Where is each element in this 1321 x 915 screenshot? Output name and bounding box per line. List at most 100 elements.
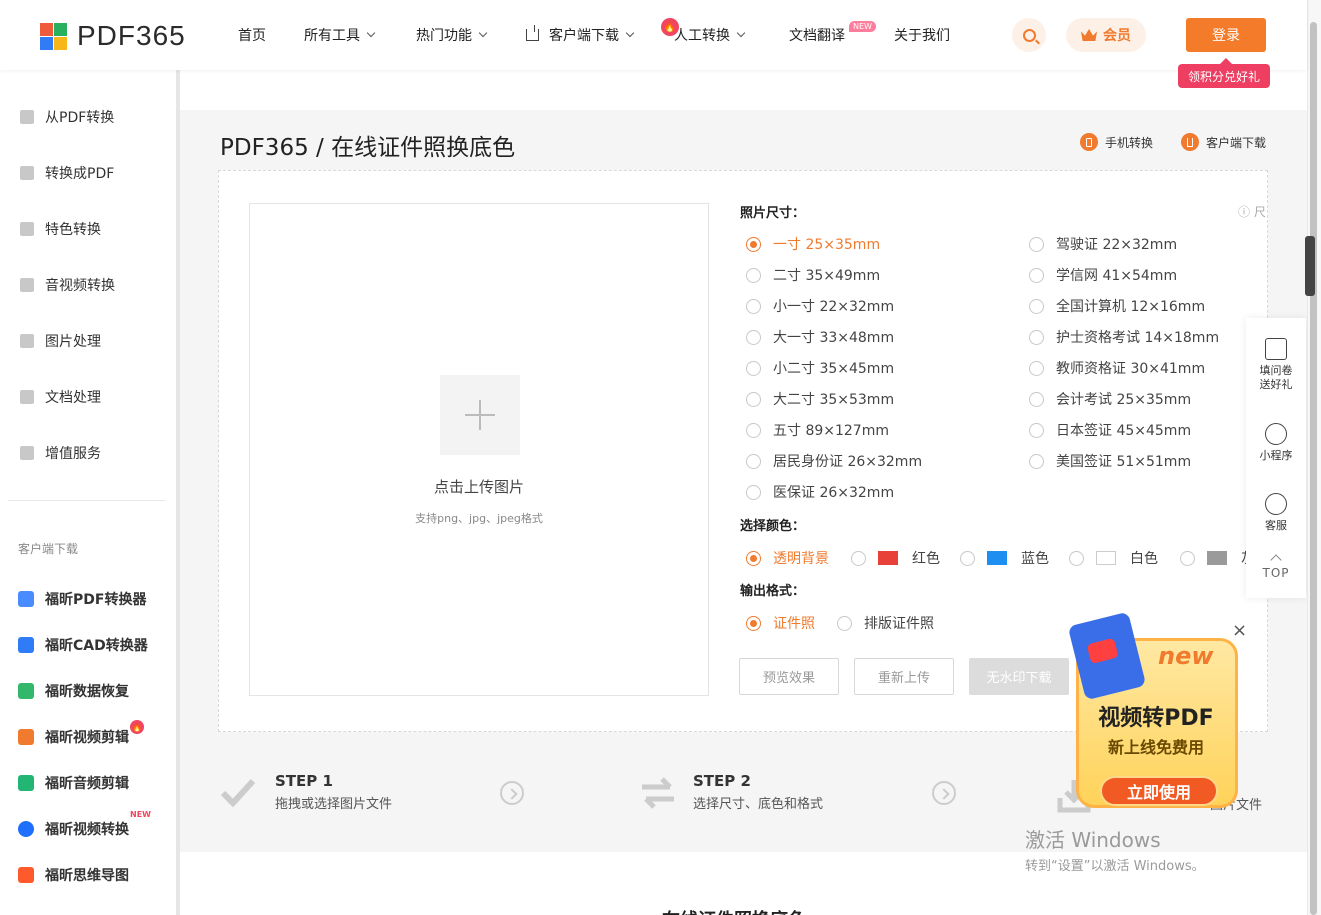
nav-about[interactable]: 关于我们 [894,0,950,70]
help-icon[interactable]: ⓘ 尺 [1238,203,1266,220]
image-icon [20,334,34,348]
size-option[interactable]: 美国签证 51×51mm [1029,451,1191,471]
nav-manual-convert[interactable]: 🔥 人工转换 [661,0,789,70]
plus-icon[interactable] [440,375,520,455]
size-option[interactable]: 五寸 89×127mm [746,420,889,440]
video-to-pdf-promo[interactable]: new 视频转PDF 新上线免费用 立即使用 [1067,611,1244,814]
color-option-red[interactable]: 红色 [851,548,940,568]
back-to-top-button[interactable]: TOP [1246,554,1306,580]
promo-use-now-button[interactable]: 立即使用 [1100,776,1218,806]
search-button[interactable] [1012,18,1046,52]
app-audio-editor[interactable]: 福昕音频剪辑 [18,772,129,794]
sidebar-item-av-convert[interactable]: 音视频转换 [20,274,115,296]
page-title: PDF365 / 在线证件照换底色 [220,135,516,161]
radio-icon [746,360,761,376]
size-option[interactable]: 护士资格考试 14×18mm [1029,327,1219,347]
app-mind-map[interactable]: 福昕思维导图 [18,864,129,886]
format-option-id-photo[interactable]: 证件照 [746,613,815,633]
nav-client-download[interactable]: 客户端下载 [526,0,674,70]
radio-icon [746,422,761,438]
top-header: PDF365 首页 所有工具 热门功能 客户端下载 🔥 人工转换 文档翻译 NE… [0,0,1307,70]
size-option[interactable]: 日本签证 45×45mm [1029,420,1191,440]
client-download-link[interactable]: 客户端下载 [1181,133,1266,151]
radio-icon [746,391,761,407]
promo-title: 视频转PDF [1098,706,1214,731]
download-icon [1181,133,1199,151]
floating-toolbar: 填问卷送好礼 小程序 客服 TOP [1246,318,1306,598]
step-desc: 选择尺寸、底色和格式 [693,797,824,812]
radio-icon [1029,453,1044,469]
upload-hint: 支持png、jpg、jpeg格式 [415,512,543,525]
step-desc: 拖拽或选择图片文件 [275,797,393,812]
radio-icon [1180,550,1195,566]
color-option-gray[interactable]: 灰 [1180,548,1255,568]
radio-icon [960,550,975,566]
reupload-button[interactable]: 重新上传 [854,658,954,695]
login-button[interactable]: 登录 [1186,18,1266,52]
radio-icon [1029,391,1044,407]
video-editor-icon [18,729,34,745]
radio-icon [746,484,761,500]
mind-map-icon [18,867,34,883]
phone-icon [1080,133,1098,151]
mobile-convert-link[interactable]: 手机转换 [1080,133,1153,151]
convert-doc-icon [20,166,34,180]
size-option[interactable]: 会计考试 25×35mm [1029,389,1191,409]
page-scrollbar-thumb[interactable] [1310,22,1317,915]
chevron-down-icon [625,28,635,38]
red-swatch [878,551,898,565]
preview-button[interactable]: 预览效果 [739,658,839,695]
app-pdf-converter[interactable]: 福昕PDF转换器 [18,588,146,610]
app-cad-converter[interactable]: 福昕CAD转换器 [18,634,148,656]
app-data-recovery[interactable]: 福昕数据恢复 [18,680,129,702]
vip-button[interactable]: 会员 [1066,18,1146,52]
nav-all-tools[interactable]: 所有工具 [304,0,416,70]
format-option-layout[interactable]: 排版证件照 [837,613,934,633]
sidebar-section-title: 客户端下载 [18,542,79,556]
photo-size-label: 照片尺寸： [740,206,806,221]
list-icon [20,446,34,460]
size-option[interactable]: 教师资格证 30×41mm [1029,358,1205,378]
radio-icon [1029,329,1044,345]
app-video-converter[interactable]: 福昕视频转换 NEW [18,810,151,840]
survey-button[interactable]: 填问卷送好礼 [1246,338,1306,392]
upload-label[interactable]: 点击上传图片 [249,476,709,497]
size-option[interactable]: 全国计算机 12×16mm [1029,296,1205,316]
size-option[interactable]: 医保证 26×32mm [746,482,894,502]
points-promo-badge[interactable]: 领积分兑好礼 [1178,58,1270,88]
promo-new-label: new [1158,642,1214,670]
step-title: STEP 2 [693,772,751,790]
size-option[interactable]: 小二寸 35×45mm [746,358,894,378]
color-option-blue[interactable]: 蓝色 [960,548,1049,568]
size-option[interactable]: 大一寸 33×48mm [746,327,894,347]
size-option[interactable]: 大二寸 35×53mm [746,389,894,409]
app-video-editor[interactable]: 福昕视频剪辑 🔥 [18,720,144,748]
size-option[interactable]: 小一寸 22×32mm [746,296,894,316]
download-no-watermark-button[interactable]: 无水印下载 [969,658,1069,695]
size-option[interactable]: 学信网 41×54mm [1029,265,1177,285]
sidebar-item-to-pdf[interactable]: 转换成PDF [20,162,114,184]
color-option-transparent[interactable]: 透明背景 [746,548,829,568]
radio-selected-icon [746,615,761,631]
pdf-doc-icon [20,110,34,124]
customer-service-button[interactable]: 客服 [1246,493,1306,533]
sidebar-item-from-pdf[interactable]: 从PDF转换 [20,106,114,128]
color-option-white[interactable]: 白色 [1069,548,1158,568]
sidebar-item-image[interactable]: 图片处理 [20,330,101,352]
sidebar-item-featured[interactable]: 特色转换 [20,218,101,240]
nav-home[interactable]: 首页 [238,0,304,70]
size-option[interactable]: 二寸 35×49mm [746,265,880,285]
sidebar-item-document[interactable]: 文档处理 [20,386,101,408]
nav-hot-features[interactable]: 热门功能 [416,0,526,70]
sidebar-item-value-added[interactable]: 增值服务 [20,442,101,464]
step-title: STEP 1 [275,772,333,790]
mini-program-icon [1265,423,1287,445]
size-option[interactable]: 驾驶证 22×32mm [1029,234,1177,254]
close-icon[interactable]: × [1232,620,1247,641]
radio-icon [1029,360,1044,376]
mini-program-button[interactable]: 小程序 [1246,423,1306,463]
size-option[interactable]: 居民身份证 26×32mm [746,451,922,471]
size-option[interactable]: 一寸 25×35mm [746,234,880,254]
nav-doc-translate[interactable]: 文档翻译 NEW [789,0,894,70]
logo[interactable]: PDF365 [40,20,186,52]
